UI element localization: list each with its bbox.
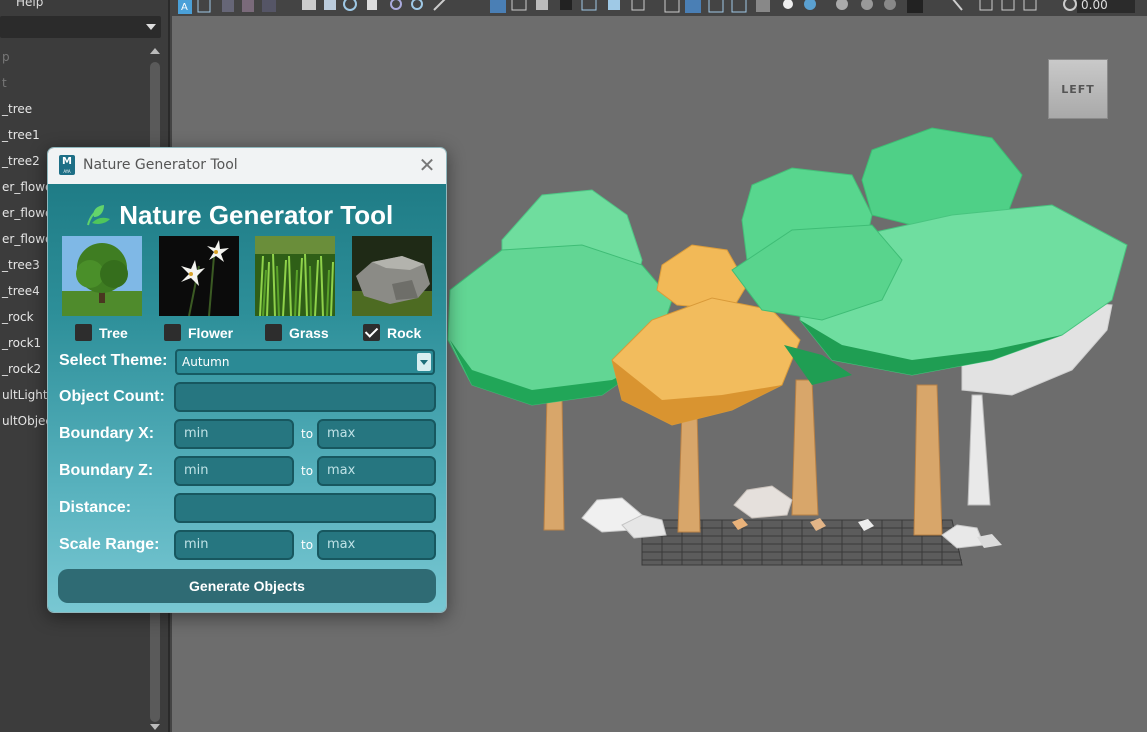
tool-heading-text: Nature Generator Tool xyxy=(119,200,394,230)
to-label: to xyxy=(301,464,314,478)
tree-label: Tree xyxy=(99,325,128,341)
app-icon-sub: AYA xyxy=(63,169,71,174)
scroll-up-icon[interactable] xyxy=(150,48,160,54)
scale-min-input[interactable]: min xyxy=(174,530,294,560)
generate-objects-button[interactable]: Generate Objects xyxy=(58,569,436,603)
outliner-item[interactable]: _tree xyxy=(0,96,148,122)
flower-checkbox[interactable] xyxy=(164,324,181,341)
autumn-tree-canopy xyxy=(656,244,748,311)
scroll-down-icon[interactable] xyxy=(150,724,160,730)
chevron-down-icon xyxy=(146,24,156,30)
boundary-x-min-input[interactable]: min xyxy=(174,419,294,449)
to-label: to xyxy=(301,427,314,441)
toolbar-icons[interactable]: A xyxy=(172,0,1147,16)
object-count-label: Object Count: xyxy=(59,388,165,405)
theme-select[interactable]: Autumn xyxy=(175,349,435,375)
distance-input[interactable] xyxy=(174,493,436,523)
leaf-icon xyxy=(87,205,110,226)
object-count-input[interactable] xyxy=(174,382,436,412)
svg-text:A: A xyxy=(181,2,188,13)
maya-app-icon: M AYA xyxy=(59,155,75,175)
theme-label: Select Theme: xyxy=(59,352,168,369)
grass-checkbox[interactable] xyxy=(265,324,282,341)
boundary-z-max-input[interactable]: max xyxy=(317,456,436,486)
scale-range-label: Scale Range: xyxy=(59,536,160,553)
flower-label: Flower xyxy=(188,325,234,341)
distance-label: Distance: xyxy=(59,499,132,516)
grass-thumbnail[interactable] xyxy=(255,236,335,316)
boundary-x-max-input[interactable]: max xyxy=(317,419,436,449)
theme-value: Autumn xyxy=(182,355,230,369)
nature-generator-window: M AYA Nature Generator Tool ✕ Nature Gene… xyxy=(47,147,447,613)
flower-thumbnail[interactable] xyxy=(159,236,239,316)
white-trunk xyxy=(967,394,991,506)
rock-label: Rock xyxy=(387,325,422,341)
view-cube[interactable]: LEFT xyxy=(1048,59,1108,119)
chevron-down-icon[interactable] xyxy=(417,353,431,371)
close-button[interactable]: ✕ xyxy=(416,154,438,176)
toolbar-value-field[interactable]: 0.00 xyxy=(1077,0,1135,13)
flower-photo-icon xyxy=(159,236,239,316)
boundary-x-label: Boundary X: xyxy=(59,425,155,442)
tool-body: Nature Generator Tool Tree Flower Grass … xyxy=(48,184,446,612)
outliner-filter-dropdown[interactable] xyxy=(0,16,161,38)
rock-thumbnail[interactable] xyxy=(352,236,432,316)
menu-help[interactable]: Help xyxy=(16,0,43,9)
grass-label: Grass xyxy=(289,325,329,341)
outliner-item[interactable]: p xyxy=(0,44,148,70)
app-icon-letter: M xyxy=(62,156,72,167)
grass-photo-icon xyxy=(255,236,335,316)
tree-thumbnail[interactable] xyxy=(62,236,142,316)
outliner-item[interactable]: _tree1 xyxy=(0,122,148,148)
viewport-toolbar: A 0.00 xyxy=(172,0,1147,16)
close-icon: ✕ xyxy=(418,153,436,177)
boundary-z-label: Boundary Z: xyxy=(59,462,154,479)
boundary-z-min-input[interactable]: min xyxy=(174,456,294,486)
rock-photo-icon xyxy=(352,236,432,316)
outliner-item[interactable]: t xyxy=(0,70,148,96)
rock-checkbox[interactable] xyxy=(363,324,380,341)
scale-max-input[interactable]: max xyxy=(317,530,436,560)
window-title-bar[interactable]: M AYA Nature Generator Tool ✕ xyxy=(48,148,446,184)
tree-photo-icon xyxy=(62,236,142,316)
tool-heading: Nature Generator Tool xyxy=(84,200,424,232)
window-title: Nature Generator Tool xyxy=(83,157,238,173)
to-label: to xyxy=(301,538,314,552)
tree-checkbox[interactable] xyxy=(75,324,92,341)
rock xyxy=(733,485,793,519)
